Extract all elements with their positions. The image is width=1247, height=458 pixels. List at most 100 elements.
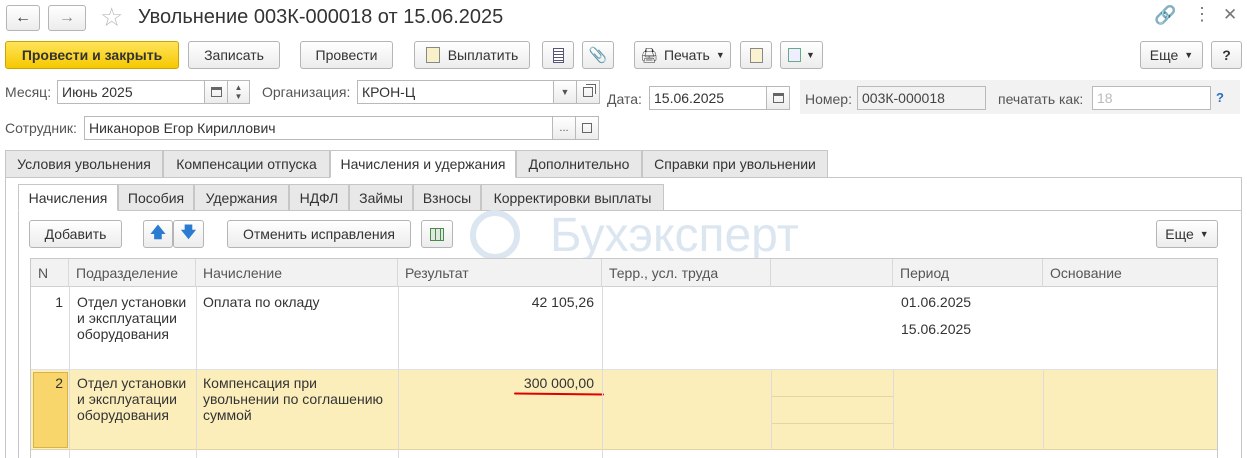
subtab-label: Взносы: [422, 189, 472, 206]
post-and-close-label: Провести и закрыть: [21, 47, 163, 63]
help-button[interactable]: ?: [1211, 41, 1242, 69]
stepper-up-icon[interactable]: ▲: [235, 83, 243, 92]
subtab-deductions[interactable]: Удержания: [194, 184, 289, 211]
employee-select-button[interactable]: ...: [552, 116, 576, 140]
employee-open-button[interactable]: [575, 116, 599, 140]
month-value: Июнь 2025: [62, 84, 133, 100]
column-n[interactable]: N: [31, 259, 69, 287]
related-documents-button[interactable]: ▼: [780, 41, 823, 69]
tab-label: Условия увольнения: [17, 156, 151, 172]
open-icon: [583, 87, 593, 97]
month-label: Месяц:: [5, 84, 52, 100]
print-button[interactable]: 🖨 Печать ▼: [634, 41, 731, 69]
table-row-selected[interactable]: 2 Отдел установки и эксплуатации оборудо…: [31, 370, 1217, 450]
move-down-button[interactable]: 🡇: [173, 220, 204, 248]
link-icon[interactable]: 🔗: [1154, 5, 1176, 26]
column-divider: [69, 287, 70, 458]
row-subdivider: [771, 423, 893, 424]
favorite-star-icon[interactable]: ☆: [100, 2, 123, 33]
close-icon[interactable]: ✕: [1223, 5, 1237, 25]
subtab-benefits[interactable]: Пособия: [118, 184, 194, 211]
tab-vacation-compensation[interactable]: Компенсации отпуска: [163, 150, 330, 178]
organization-value: КРОН-Ц: [362, 84, 416, 100]
tab-dismissal-conditions[interactable]: Условия увольнения: [5, 150, 163, 178]
table-more-label: Еще: [1165, 226, 1194, 242]
pay-label: Выплатить: [447, 47, 519, 63]
column-department[interactable]: Подразделение: [69, 259, 196, 287]
create-based-on-button[interactable]: [740, 41, 772, 69]
date-field[interactable]: 15.06.2025: [649, 86, 767, 110]
calendar-icon: [210, 87, 222, 97]
column-territory[interactable]: Терр., усл. труда: [602, 259, 771, 287]
column-accrual[interactable]: Начисление: [196, 259, 398, 287]
date-label: Дата:: [607, 91, 642, 107]
pay-button[interactable]: Выплатить: [414, 41, 530, 69]
post-button[interactable]: Провести: [300, 41, 393, 69]
subtab-accruals[interactable]: Начисления: [18, 184, 118, 211]
subtab-label: Удержания: [205, 189, 278, 206]
number-value: 003К-000018: [862, 90, 945, 106]
dropdown-arrow-icon: ▼: [806, 50, 815, 60]
column-basis[interactable]: Основание: [1043, 259, 1217, 287]
result-underline: [513, 392, 605, 396]
print-as-label: печатать как:: [998, 91, 1084, 107]
organization-open-button[interactable]: [576, 80, 600, 104]
documents-icon: [788, 48, 802, 62]
month-field[interactable]: Июнь 2025: [57, 80, 205, 104]
print-as-field[interactable]: 18: [1092, 86, 1211, 110]
subtab-label: Займы: [359, 189, 403, 206]
organization-field[interactable]: КРОН-Ц: [357, 80, 554, 104]
date-value: 15.06.2025: [654, 90, 725, 106]
more-button[interactable]: Еще ▼: [1140, 41, 1203, 69]
column-period[interactable]: Период: [893, 259, 1043, 287]
subtab-loans[interactable]: Займы: [349, 184, 413, 211]
calendar-button[interactable]: [204, 80, 228, 104]
save-label: Записать: [204, 47, 264, 63]
print-as-value: 18: [1097, 90, 1113, 106]
watermark: Бухэксперт: [470, 205, 880, 265]
row-period-start: 01.06.2025: [901, 294, 972, 310]
organization-dropdown[interactable]: ▼: [553, 80, 577, 104]
menu-dots-icon[interactable]: ⋮: [1193, 4, 1211, 25]
arrow-down-icon: 🡇: [180, 223, 197, 241]
dropdown-arrow-icon: ▼: [1184, 50, 1194, 60]
number-label: Номер:: [805, 91, 852, 107]
move-up-button[interactable]: 🡅: [143, 220, 173, 248]
tab-label: Начисления и удержания: [340, 156, 506, 172]
table-settings-button[interactable]: [421, 220, 453, 248]
column-divider: [893, 370, 894, 450]
register-journal-button[interactable]: [542, 41, 574, 69]
row-result: 42 105,26: [531, 294, 594, 310]
forward-button[interactable]: →: [48, 5, 86, 31]
stepper-down-icon[interactable]: ▼: [235, 92, 243, 101]
save-button[interactable]: Записать: [188, 41, 280, 69]
table-add-icon: [430, 227, 444, 241]
help-link[interactable]: ?: [1216, 90, 1224, 105]
organization-label: Организация:: [262, 84, 351, 100]
column-result[interactable]: Результат: [398, 259, 602, 287]
post-and-close-button[interactable]: Провести и закрыть: [5, 41, 179, 69]
tab-dismissal-certificates[interactable]: Справки при увольнении: [642, 150, 828, 178]
tab-label: Справки при увольнении: [654, 156, 816, 172]
tab-additional[interactable]: Дополнительно: [516, 150, 642, 178]
month-stepper[interactable]: ▲ ▼: [227, 80, 250, 104]
table-row[interactable]: 1 Отдел установки и эксплуатации оборудо…: [31, 288, 1217, 370]
ellipsis-icon: ...: [559, 122, 569, 134]
column-blank[interactable]: [771, 259, 893, 287]
add-button[interactable]: Добавить: [29, 220, 122, 248]
dropdown-arrow-icon: ▼: [560, 87, 570, 97]
employee-field[interactable]: Никаноров Егор Кириллович: [84, 116, 553, 140]
cancel-corrections-button[interactable]: Отменить исправления: [227, 220, 411, 248]
date-calendar-button[interactable]: [766, 86, 790, 110]
table-more-button[interactable]: Еще ▼: [1156, 220, 1218, 248]
arrow-left-icon: ←: [15, 9, 31, 26]
printer-icon: 🖨: [640, 46, 658, 63]
subtab-ndfl[interactable]: НДФЛ: [289, 184, 349, 211]
attach-button[interactable]: 📎: [582, 41, 614, 69]
tab-accruals-deductions[interactable]: Начисления и удержания: [330, 150, 516, 178]
row-accrual: Оплата по окладу: [203, 294, 320, 310]
subtab-label: НДФЛ: [299, 189, 339, 206]
document-clock-icon: [749, 47, 763, 63]
employee-value: Никаноров Егор Кириллович: [89, 120, 276, 136]
back-button[interactable]: ←: [6, 5, 40, 31]
